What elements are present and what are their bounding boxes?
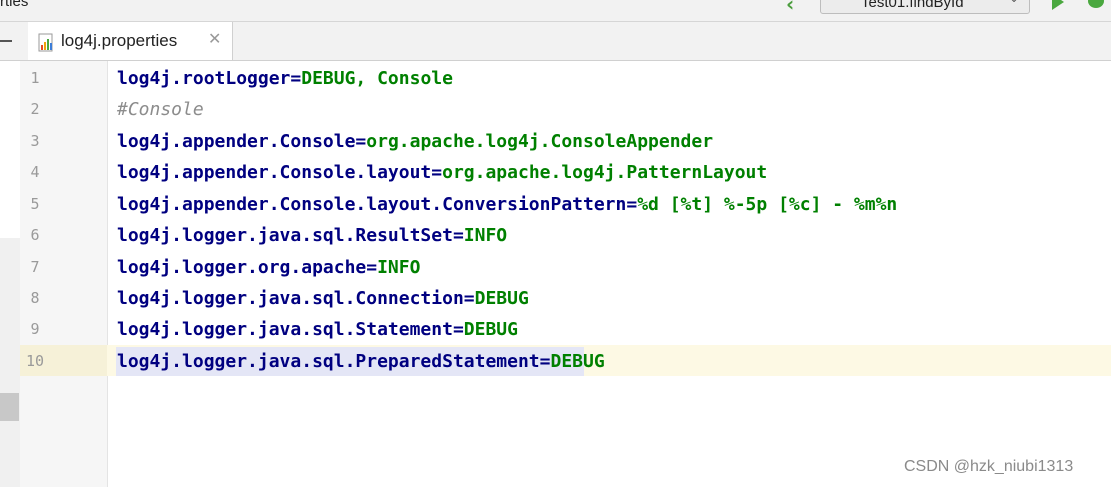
run-config-label: Test01.findById [861,0,964,11]
code-line[interactable]: log4j.logger.java.sql.Statement=DEBUG [117,314,518,345]
code-line[interactable]: log4j.appender.Console.layout=org.apache… [117,157,767,188]
top-toolbar: rties ‹ Test01.findById ⌄ [0,0,1111,22]
debug-icon[interactable] [1088,0,1104,8]
properties-file-icon [38,33,53,52]
line-number: 10 [25,352,45,370]
code-line[interactable]: log4j.logger.java.sql.PreparedStatement=… [117,346,605,377]
line-number: 5 [30,195,40,213]
chevron-down-icon: ⌄ [1009,0,1019,5]
property-key: log4j.appender.Console.layout [117,162,432,183]
line-number: 3 [30,132,40,150]
property-value: %d [%t] %-5p [%c] - %m%n [637,194,898,215]
close-icon[interactable]: ✕ [208,29,221,48]
code-line[interactable]: log4j.logger.java.sql.ResultSet=INFO [117,220,507,251]
property-key: log4j.appender.Console.layout.Conversion… [117,194,627,215]
property-key: log4j.logger.java.sql.PreparedStatement [117,351,540,372]
tab-log4j-properties[interactable]: log4j.properties ✕ [28,22,233,60]
back-arrow-icon[interactable]: ‹ [786,0,794,16]
run-config-selector[interactable]: Test01.findById ⌄ [820,0,1030,14]
code-line[interactable]: log4j.appender.Console=org.apache.log4j.… [117,126,713,157]
equals-sign: = [452,225,464,246]
equals-sign: = [452,319,464,340]
code-line[interactable]: log4j.logger.java.sql.Connection=DEBUG [117,283,529,314]
line-number: 9 [30,320,40,338]
property-value: DEBUG [474,288,529,309]
side-scroll-strip[interactable] [0,238,21,487]
property-key: log4j.rootLogger [117,68,291,89]
equals-sign: = [626,194,638,215]
breadcrumb[interactable]: rties [0,0,28,10]
property-key: log4j.logger.java.sql.ResultSet [117,225,453,246]
property-value: DEBUG [550,351,605,372]
equals-sign: = [463,288,475,309]
run-icon[interactable] [1052,0,1064,10]
equals-sign: = [366,257,378,278]
tab-list-icon[interactable] [0,40,12,42]
code-line[interactable]: #Console [117,94,204,125]
property-key: log4j.logger.org.apache [117,257,367,278]
equals-sign: = [431,162,443,183]
equals-sign: = [355,131,367,152]
line-number: 1 [30,69,40,87]
scrollbar-thumb[interactable] [0,393,19,421]
line-number: 7 [30,258,40,276]
comment: #Console [117,99,204,120]
tab-label: log4j.properties [61,31,178,50]
watermark-text: CSDN @hzk_niubi1313 [904,458,1074,475]
code-line[interactable]: log4j.appender.Console.layout.Conversion… [117,189,897,220]
line-number: 8 [30,289,40,307]
property-value: INFO [377,257,421,278]
property-value: org.apache.log4j.ConsoleAppender [366,131,714,152]
line-number: 4 [30,163,40,181]
equals-sign: = [290,68,302,89]
code-line[interactable]: log4j.rootLogger=DEBUG, Console [117,63,453,94]
property-key: log4j.appender.Console [117,131,356,152]
code-line[interactable]: log4j.logger.org.apache=INFO [117,252,420,283]
property-value: org.apache.log4j.PatternLayout [442,162,768,183]
property-key: log4j.logger.java.sql.Statement [117,319,453,340]
line-number: 6 [30,226,40,244]
property-value: DEBUG, Console [301,68,453,89]
property-key: log4j.logger.java.sql.Connection [117,288,464,309]
property-value: DEBUG [463,319,518,340]
line-number: 2 [30,100,40,118]
equals-sign: = [539,351,551,372]
editor-tab-bar: log4j.properties ✕ [0,22,1111,61]
property-value: INFO [463,225,508,246]
